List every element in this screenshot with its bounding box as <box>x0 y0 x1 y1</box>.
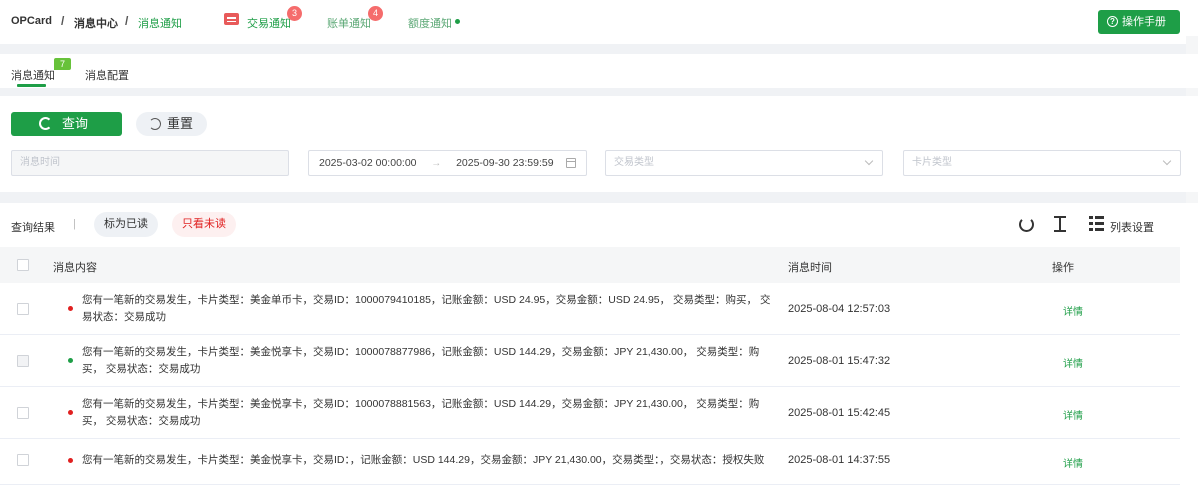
reset-button[interactable]: 重置 <box>136 112 207 136</box>
message-line: 易状态：交易成功 <box>82 311 166 323</box>
message-content: 您有一笔新的交易发生，卡片类型：美金悦享卡，交易ID：1000078877986… <box>82 344 772 378</box>
results-divider: | <box>73 218 76 230</box>
detail-link[interactable]: 详情 <box>1063 355 1083 370</box>
limit-notice-dot <box>455 19 460 24</box>
refresh-icon[interactable] <box>1019 217 1034 232</box>
breadcrumb-current: 消息通知 <box>138 18 182 30</box>
results-title: 查询结果 <box>11 222 55 234</box>
date-range-picker[interactable]: 2025-03-02 00:00:00 → 2025-09-30 23:59:5… <box>308 150 587 176</box>
row-checkbox[interactable] <box>17 454 29 466</box>
message-time: 2025-08-01 15:42:45 <box>788 407 891 419</box>
message-line: 您有一笔新的交易发生，卡片类型：美金悦享卡，交易ID：1000078877986… <box>82 346 760 358</box>
row-checkbox[interactable] <box>17 407 29 419</box>
read-dot <box>68 358 73 363</box>
message-line: 您有一笔新的交易发生，卡片类型：美金悦享卡，交易ID：1000078881563… <box>82 398 760 410</box>
message-time: 2025-08-01 15:47:32 <box>788 355 891 367</box>
list-settings-icon[interactable] <box>1089 216 1104 231</box>
message-time: 2025-08-04 12:57:03 <box>788 303 891 315</box>
manual-button[interactable]: ? 操作手册 <box>1098 10 1180 34</box>
chevron-down-icon <box>1162 156 1172 166</box>
header-content: 消息内容 <box>53 262 97 274</box>
card-type-select[interactable]: 卡片类型 <box>903 150 1181 176</box>
breadcrumb-separator: / <box>61 14 65 28</box>
table-row: 您有一笔新的交易发生，卡片类型：美金悦享卡，交易ID：1000078877986… <box>0 335 1180 387</box>
message-time: 2025-08-01 14:37:55 <box>788 454 891 466</box>
detail-link[interactable]: 详情 <box>1063 303 1083 318</box>
message-line: 买， 交易状态：交易成功 <box>82 363 201 375</box>
date-range-arrow: → <box>431 158 442 169</box>
topnav-bill-notice[interactable]: 账单通知 <box>327 15 371 31</box>
tab-message-config[interactable]: 消息配置 <box>85 67 129 83</box>
breadcrumb-root[interactable]: OPCard <box>11 15 52 27</box>
topnav-trade-notice[interactable]: 交易通知 <box>247 15 291 31</box>
table-row: 您有一笔新的交易发生，卡片类型：美金悦享卡，交易ID：1000078881563… <box>0 387 1180 439</box>
trade-type-select[interactable]: 交易类型 <box>605 150 883 176</box>
row-checkbox[interactable] <box>17 355 29 367</box>
header-action: 操作 <box>1052 262 1074 274</box>
message-content: 您有一笔新的交易发生，卡片类型：美金悦享卡，交易ID：1000078881563… <box>82 396 772 430</box>
reset-button-label: 重置 <box>167 116 194 131</box>
table-header: 消息内容 消息时间 操作 <box>0 247 1180 283</box>
date-end: 2025-09-30 23:59:59 <box>456 157 554 169</box>
unread-dot <box>68 458 73 463</box>
bill-notice-badge: 4 <box>368 6 383 21</box>
unread-dot <box>68 410 73 415</box>
card-type-placeholder: 卡片类型 <box>912 157 952 168</box>
breadcrumb-separator: / <box>125 14 129 28</box>
row-checkbox[interactable] <box>17 303 29 315</box>
topnav-limit-notice[interactable]: 额度通知 <box>408 15 452 31</box>
tab-count-badge: 7 <box>54 58 72 70</box>
table-row: 您有一笔新的交易发生，卡片类型：美金悦享卡，交易ID：，记账金额：USD 144… <box>0 439 1180 485</box>
select-all-checkbox[interactable] <box>17 259 29 271</box>
undo-icon <box>149 118 161 130</box>
query-button-label: 查询 <box>62 116 89 131</box>
calendar-icon <box>566 158 576 168</box>
inbox-icon <box>224 13 239 25</box>
chevron-down-icon <box>864 156 874 166</box>
active-tab-indicator <box>17 84 46 87</box>
query-button[interactable]: 查询 <box>11 112 122 136</box>
header-time: 消息时间 <box>788 262 832 274</box>
message-line: 您有一笔新的交易发生，卡片类型：美金单币卡，交易ID：1000079410185… <box>82 294 771 306</box>
trade-type-placeholder: 交易类型 <box>614 157 654 168</box>
mark-read-button[interactable]: 标为已读 <box>94 212 158 237</box>
table-row: 您有一笔新的交易发生，卡片类型：美金单币卡，交易ID：1000079410185… <box>0 283 1180 335</box>
results-panel: 查询结果 | 标为已读 只看未读 列表设置 消息内容 消息时间 操作 您有一笔新… <box>0 203 1198 488</box>
message-time-field[interactable]: 消息时间 <box>11 150 289 176</box>
trade-notice-badge: 3 <box>287 6 302 21</box>
unread-only-button[interactable]: 只看未读 <box>172 212 236 237</box>
message-line: 您有一笔新的交易发生，卡片类型：美金悦享卡，交易ID：，记账金额：USD 144… <box>82 454 765 466</box>
unread-dot <box>68 306 73 311</box>
filter-panel: 查询 重置 消息时间 2025-03-02 00:00:00 → 2025-09… <box>0 96 1198 192</box>
tab-message-notice[interactable]: 消息通知 <box>11 67 55 83</box>
top-bar: OPCard / 消息中心 / 消息通知 交易通知 3 账单通知 4 额度通知 … <box>0 0 1198 44</box>
export-icon[interactable] <box>1054 216 1066 232</box>
message-content: 您有一笔新的交易发生，卡片类型：美金单币卡，交易ID：1000079410185… <box>82 292 772 326</box>
message-line: 买， 交易状态：交易成功 <box>82 415 201 427</box>
date-start: 2025-03-02 00:00:00 <box>319 157 417 169</box>
detail-link[interactable]: 详情 <box>1063 407 1083 422</box>
manual-button-label: 操作手册 <box>1122 16 1166 28</box>
refresh-icon <box>39 117 52 130</box>
list-settings-label[interactable]: 列表设置 <box>1110 219 1154 235</box>
message-content: 您有一笔新的交易发生，卡片类型：美金悦享卡，交易ID：，记账金额：USD 144… <box>82 452 772 469</box>
message-time-placeholder: 消息时间 <box>20 157 60 168</box>
detail-link[interactable]: 详情 <box>1063 455 1083 470</box>
tab-bar: 消息通知 7 消息配置 <box>0 54 1198 88</box>
breadcrumb-message-center[interactable]: 消息中心 <box>74 15 118 31</box>
help-icon: ? <box>1107 16 1118 27</box>
